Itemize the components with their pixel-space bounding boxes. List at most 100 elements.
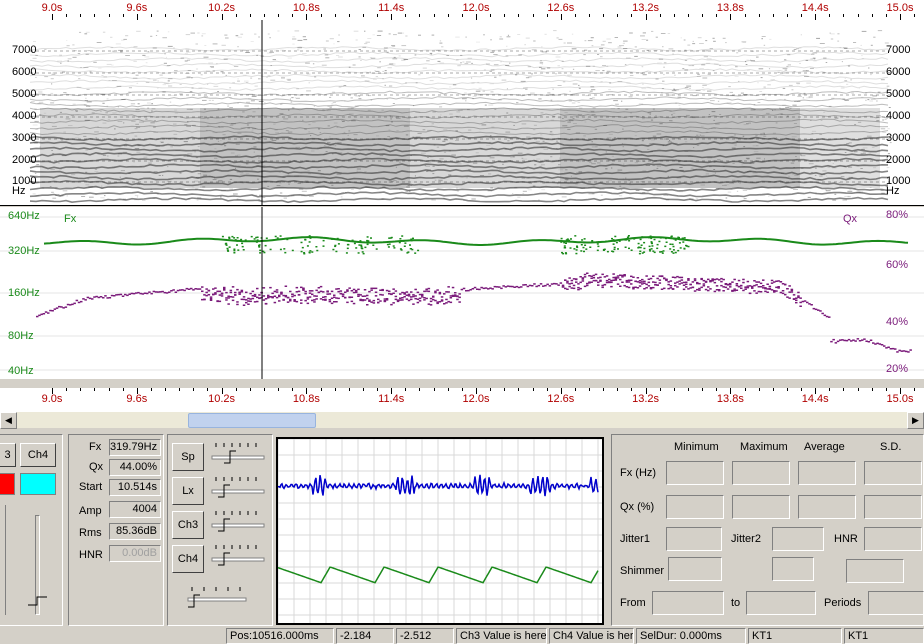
time-tick-label: 9.0s: [41, 393, 63, 405]
amp-measure-value: 4004: [109, 501, 161, 518]
time-tick-mark: [264, 14, 265, 17]
channel-3-slider-track[interactable]: [5, 505, 6, 615]
status-value-1: -2.184: [336, 628, 394, 644]
time-tick-mark: [603, 14, 605, 17]
time-tick-mark: [504, 388, 506, 391]
qx-axis-label-20: 20%: [886, 363, 909, 375]
sp-toggle-button[interactable]: Sp: [172, 443, 204, 471]
time-tick-mark: [136, 388, 138, 394]
time-tick-mark: [264, 388, 265, 391]
time-tick-mark: [631, 388, 633, 391]
horizontal-scrollbar[interactable]: ◀ ▶: [0, 411, 924, 429]
time-tick-mark: [617, 14, 619, 17]
time-tick-mark: [235, 388, 237, 391]
to-field: [746, 591, 816, 615]
time-tick-mark: [108, 14, 110, 17]
channel-3-color-swatch[interactable]: [0, 473, 15, 495]
channel-panel: 3 Ch4: [0, 434, 63, 626]
ch4-toggle-button[interactable]: Ch4: [172, 545, 204, 573]
time-tick-mark: [688, 388, 689, 391]
fx-measure-label: Fx: [89, 441, 102, 453]
frequency-label: 2000: [886, 154, 911, 166]
time-tick-mark: [419, 388, 421, 391]
amp-measure-label: Amp: [79, 505, 102, 517]
channel-partial-button[interactable]: 3: [0, 443, 16, 467]
time-tick-mark: [871, 388, 873, 391]
ch3-toggle-button[interactable]: Ch3: [172, 511, 204, 539]
time-tick-label: 12.6s: [547, 393, 575, 405]
status-file-2: KT1: [844, 628, 924, 644]
time-tick-mark: [659, 14, 661, 17]
time-tick-label: 10.8s: [292, 2, 320, 14]
time-tick-mark: [122, 14, 124, 17]
shimmer-field-1: [668, 557, 722, 581]
time-tick-label: 15.0s: [886, 393, 914, 405]
status-position: Pos:10516.000ms: [226, 628, 334, 644]
jitter1-label: Jitter1: [620, 533, 650, 545]
shimmer-label: Shimmer: [620, 565, 665, 577]
ch3-gain-slider[interactable]: [208, 509, 268, 539]
time-tick-mark: [914, 388, 916, 391]
lx-toggle-button[interactable]: Lx: [172, 477, 204, 505]
zoom-slider[interactable]: [184, 585, 250, 611]
channel-ch4-button[interactable]: Ch4: [20, 443, 56, 467]
time-axis-bottom: 9.0s 9.6s 10.2s 10.8s 11.4s 12.0s 12.6s 13.2s 13…: [0, 388, 924, 411]
scroll-thumb[interactable]: [188, 413, 316, 428]
waveform-panel[interactable]: [276, 437, 604, 625]
time-tick-mark: [801, 14, 803, 17]
time-tick-mark: [348, 388, 350, 391]
fx-axis-label-40: 40Hz: [8, 365, 34, 377]
stats-header-minimum: Minimum: [674, 441, 719, 453]
jitter1-field: [666, 527, 722, 551]
time-tick-mark: [292, 14, 294, 17]
time-tick-mark: [574, 14, 576, 17]
time-tick-mark: [292, 388, 294, 391]
spectrogram-panel[interactable]: 7000 6000 5000 4000 3000 2000 1000 Hz 7000 6000 5…: [0, 20, 924, 206]
scroll-left-button[interactable]: ◀: [0, 412, 17, 429]
time-tick-mark: [207, 14, 209, 17]
stats-header-maximum: Maximum: [740, 441, 788, 453]
time-tick-mark: [772, 14, 774, 17]
ch4-gain-slider[interactable]: [208, 543, 268, 573]
time-tick-mark: [362, 388, 364, 391]
time-tick-mark: [165, 14, 167, 17]
fx-axis-label-320: 320Hz: [8, 245, 40, 257]
time-tick-mark: [772, 388, 774, 391]
time-tick-mark: [66, 14, 68, 17]
time-tick-mark: [857, 388, 859, 391]
lx-gain-slider[interactable]: [208, 475, 268, 505]
stats-row-label-fx: Fx (Hz): [620, 467, 657, 479]
time-tick-mark: [94, 14, 96, 17]
scroll-right-button[interactable]: ▶: [907, 412, 924, 429]
time-tick-mark: [786, 14, 788, 17]
time-tick-mark: [758, 14, 760, 17]
fx-measure-value: 319.79Hz: [109, 439, 161, 456]
time-tick-mark: [659, 388, 661, 391]
channel-4-color-swatch[interactable]: [20, 473, 56, 495]
frequency-label: 5000: [886, 88, 911, 100]
measurements-panel: Fx 319.79Hz Qx 44.00% Start 10.514s Amp …: [68, 434, 164, 626]
time-tick-mark: [193, 14, 195, 17]
time-tick-mark: [447, 14, 449, 17]
time-tick-mark: [108, 388, 110, 391]
rms-measure-label: Rms: [79, 527, 102, 539]
time-tick-label: 10.2s: [208, 393, 236, 405]
time-tick-mark: [179, 388, 181, 391]
time-tick-mark: [433, 388, 435, 391]
time-tick-mark: [122, 388, 124, 391]
qx-measure-value: 44.00%: [109, 459, 161, 476]
time-tick-label: 12.0s: [462, 393, 490, 405]
time-tick-mark: [278, 14, 280, 17]
sp-gain-slider[interactable]: [208, 441, 268, 471]
time-tick-mark: [688, 14, 689, 17]
pitch-plot-panel[interactable]: 640Hz 320Hz 160Hz 80Hz 40Hz Fx Qx 80% 60…: [0, 207, 924, 379]
time-tick-mark: [589, 388, 591, 391]
channel-4-slider-thumb[interactable]: [27, 595, 47, 606]
start-measure-label: Start: [79, 481, 103, 493]
time-tick-mark: [66, 388, 68, 391]
time-tick-mark: [476, 388, 477, 394]
hnr-measure-label: HNR: [79, 549, 103, 561]
time-tick-mark: [871, 14, 873, 17]
time-tick-mark: [885, 388, 887, 391]
from-field: [652, 591, 724, 615]
